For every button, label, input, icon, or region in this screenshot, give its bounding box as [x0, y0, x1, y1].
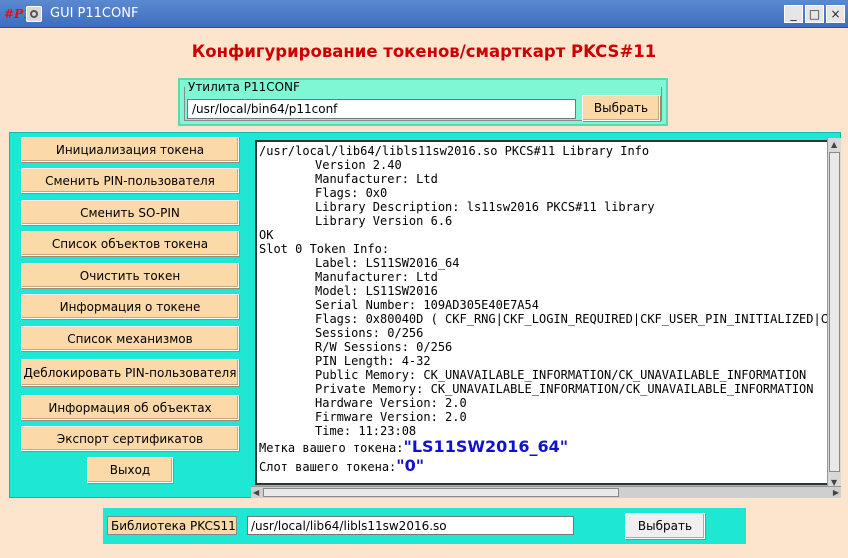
console-line: Slot 0 Token Info:	[259, 242, 390, 256]
vertical-scrollbar[interactable]: ▲ ▼	[827, 138, 841, 490]
library-label: Библиотека PKCS11	[107, 516, 237, 535]
change-so-pin-button[interactable]: Сменить SO-PIN	[21, 200, 239, 225]
token-slot-value: "0"	[396, 456, 425, 475]
utility-browse-button[interactable]: Выбрать	[582, 95, 660, 121]
utility-path-input[interactable]	[187, 99, 576, 119]
window-menu-icon[interactable]	[26, 6, 42, 22]
objects-info-button[interactable]: Информация об объектах	[21, 395, 239, 420]
close-icon[interactable]: ×	[826, 5, 845, 23]
scroll-left-icon[interactable]: ◀	[253, 488, 259, 498]
console-line: Flags: 0x0	[315, 186, 388, 200]
vertical-scroll-thumb[interactable]	[829, 152, 840, 472]
app-icon: #P11	[4, 5, 40, 23]
scroll-right-icon[interactable]: ▶	[833, 488, 839, 498]
console-line: OK	[259, 228, 274, 242]
token-objects-button[interactable]: Список объектов токена	[21, 231, 239, 256]
token-slot-row: Слот вашего токена:"0"	[259, 457, 829, 476]
console-line: Library Description: ls11sw2016 PKCS#11 …	[315, 200, 655, 214]
console-line: Flags: 0x80040D ( CKF_RNG|CKF_LOGIN_REQU…	[315, 312, 831, 326]
console-line: Label: LS11SW2016_64	[315, 256, 460, 270]
mechanisms-button[interactable]: Список механизмов	[21, 326, 239, 351]
console-line: Version 2.40	[315, 158, 402, 172]
window-title: GUI P11CONF	[50, 6, 139, 21]
console-line: Manufacturer: Ltd	[315, 172, 438, 186]
token-slot-label: Слот вашего токена:	[259, 460, 397, 474]
utility-group: Утилита P11CONF Выбрать	[178, 78, 668, 126]
horizontal-scrollbar[interactable]: ◀ ▶	[251, 486, 841, 498]
console-line: Model: LS11SW2016	[315, 284, 438, 298]
utility-legend: Утилита P11CONF	[188, 80, 300, 94]
page-title: Конфигурирование токенов/смарткарт PKCS#…	[191, 42, 657, 61]
main-panel: Инициализация токена Сменить PIN-пользов…	[9, 132, 841, 498]
console-line: Private Memory: CK_UNAVAILABLE_INFORMATI…	[315, 382, 814, 396]
library-path-input[interactable]	[247, 516, 574, 535]
output-console[interactable]: /usr/local/lib64/libls11sw2016.so PKCS#1…	[255, 140, 831, 485]
console-line: Public Memory: CK_UNAVAILABLE_INFORMATIO…	[315, 368, 807, 382]
console-line: Library Version 6.6	[315, 214, 453, 228]
console-line: Manufacturer: Ltd	[315, 270, 438, 284]
token-label-label: Метка вашего токена:	[259, 441, 404, 455]
exit-button[interactable]: Выход	[87, 457, 173, 483]
token-info-button[interactable]: Информация о токене	[21, 294, 239, 319]
change-user-pin-button[interactable]: Сменить PIN-пользователя	[21, 168, 239, 193]
maximize-icon[interactable]: □	[805, 5, 824, 23]
console-line: Time: 11:23:08	[315, 424, 417, 438]
token-label-row: Метка вашего токена:"LS11SW2016_64"	[259, 438, 829, 457]
clear-token-button[interactable]: Очистить токен	[21, 263, 239, 288]
scroll-up-icon[interactable]: ▲	[831, 140, 837, 150]
console-line: R/W Sessions: 0/256	[315, 340, 453, 354]
library-browse-button[interactable]: Выбрать	[625, 513, 705, 539]
token-label-value: "LS11SW2016_64"	[403, 437, 569, 456]
console-line: Sessions: 0/256	[315, 326, 424, 340]
minimize-icon[interactable]: _	[784, 5, 803, 23]
library-group: Библиотека PKCS11 Выбрать	[103, 508, 746, 544]
console-line: Serial Number: 109AD305E40E7A54	[315, 298, 539, 312]
init-token-button[interactable]: Инициализация токена	[21, 137, 239, 162]
title-bar: #P11 GUI P11CONF _ □ ×	[0, 0, 848, 28]
horizontal-scroll-thumb[interactable]	[263, 488, 619, 497]
unblock-user-pin-button[interactable]: Деблокировать PIN-пользователя	[21, 359, 239, 386]
console-line: PIN Length: 4-32	[315, 354, 431, 368]
console-line: /usr/local/lib64/libls11sw2016.so PKCS#1…	[259, 144, 650, 158]
console-line: Firmware Version: 2.0	[315, 410, 467, 424]
export-certs-button[interactable]: Экспорт сертификатов	[21, 426, 239, 451]
console-line: Hardware Version: 2.0	[315, 396, 467, 410]
